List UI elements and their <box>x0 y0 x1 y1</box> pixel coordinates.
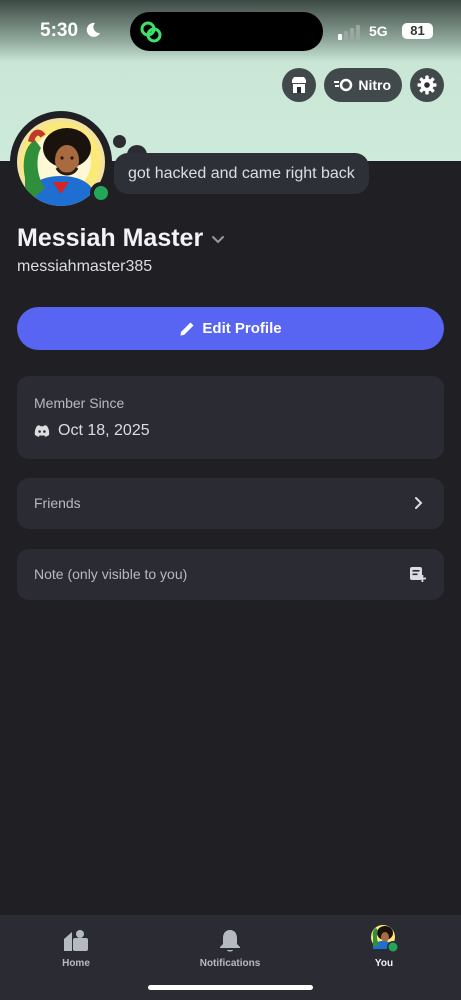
online-status-indicator <box>90 182 112 204</box>
status-bubble-dot <box>113 135 126 148</box>
note-placeholder: Note (only visible to you) <box>34 566 188 582</box>
moon-icon <box>86 22 100 37</box>
nav-you[interactable]: You <box>334 925 434 969</box>
pencil-icon <box>180 322 194 335</box>
dynamic-island <box>130 12 323 51</box>
chevron-down-icon <box>212 235 225 243</box>
home-icon <box>64 930 88 951</box>
bell-icon <box>220 930 240 952</box>
nav-home-label: Home <box>62 958 90 969</box>
avatar-icon <box>371 925 399 953</box>
member-since-date: Oct 18, 2025 <box>58 422 150 439</box>
link-icon <box>140 21 162 43</box>
network-type: 5G <box>369 23 388 39</box>
gear-icon <box>417 75 437 95</box>
nav-you-label: You <box>374 958 394 969</box>
edit-profile-button[interactable]: Edit Profile <box>17 307 444 350</box>
display-name: Messiah Master <box>17 224 204 252</box>
nitro-icon <box>334 78 353 92</box>
home-indicator <box>148 985 313 990</box>
note-field[interactable]: Note (only visible to you) <box>17 549 444 600</box>
member-since-row: Oct 18, 2025 <box>34 422 150 440</box>
status-bar: 5:30 5G 81 <box>0 0 461 62</box>
signal-icon <box>338 25 360 40</box>
header-actions: Nitro <box>282 68 444 102</box>
battery-indicator: 81 <box>402 23 433 39</box>
shop-button[interactable] <box>282 68 317 102</box>
nitro-label: Nitro <box>358 77 391 93</box>
nav-notifications-label: Notifications <box>199 958 261 969</box>
nav-home[interactable]: Home <box>26 925 126 969</box>
chevron-right-icon <box>415 497 423 509</box>
discord-icon <box>34 425 50 437</box>
status-time: 5:30 <box>40 20 79 41</box>
shop-icon <box>292 77 307 93</box>
edit-profile-label: Edit Profile <box>202 320 282 337</box>
note-add-icon <box>410 567 426 582</box>
settings-button[interactable] <box>410 68 444 102</box>
profile-avatar[interactable] <box>10 111 112 213</box>
member-since-label: Member Since <box>34 395 125 411</box>
display-name-row[interactable]: Messiah Master <box>17 224 225 253</box>
member-since-card: Member Since Oct 18, 2025 <box>17 376 444 459</box>
nav-notifications[interactable]: Notifications <box>180 925 280 969</box>
username: messiahmaster385 <box>17 258 153 275</box>
nitro-button[interactable]: Nitro <box>324 68 402 102</box>
custom-status[interactable]: got hacked and came right back <box>114 153 369 194</box>
friends-label: Friends <box>34 495 81 511</box>
friends-row[interactable]: Friends <box>17 478 444 529</box>
